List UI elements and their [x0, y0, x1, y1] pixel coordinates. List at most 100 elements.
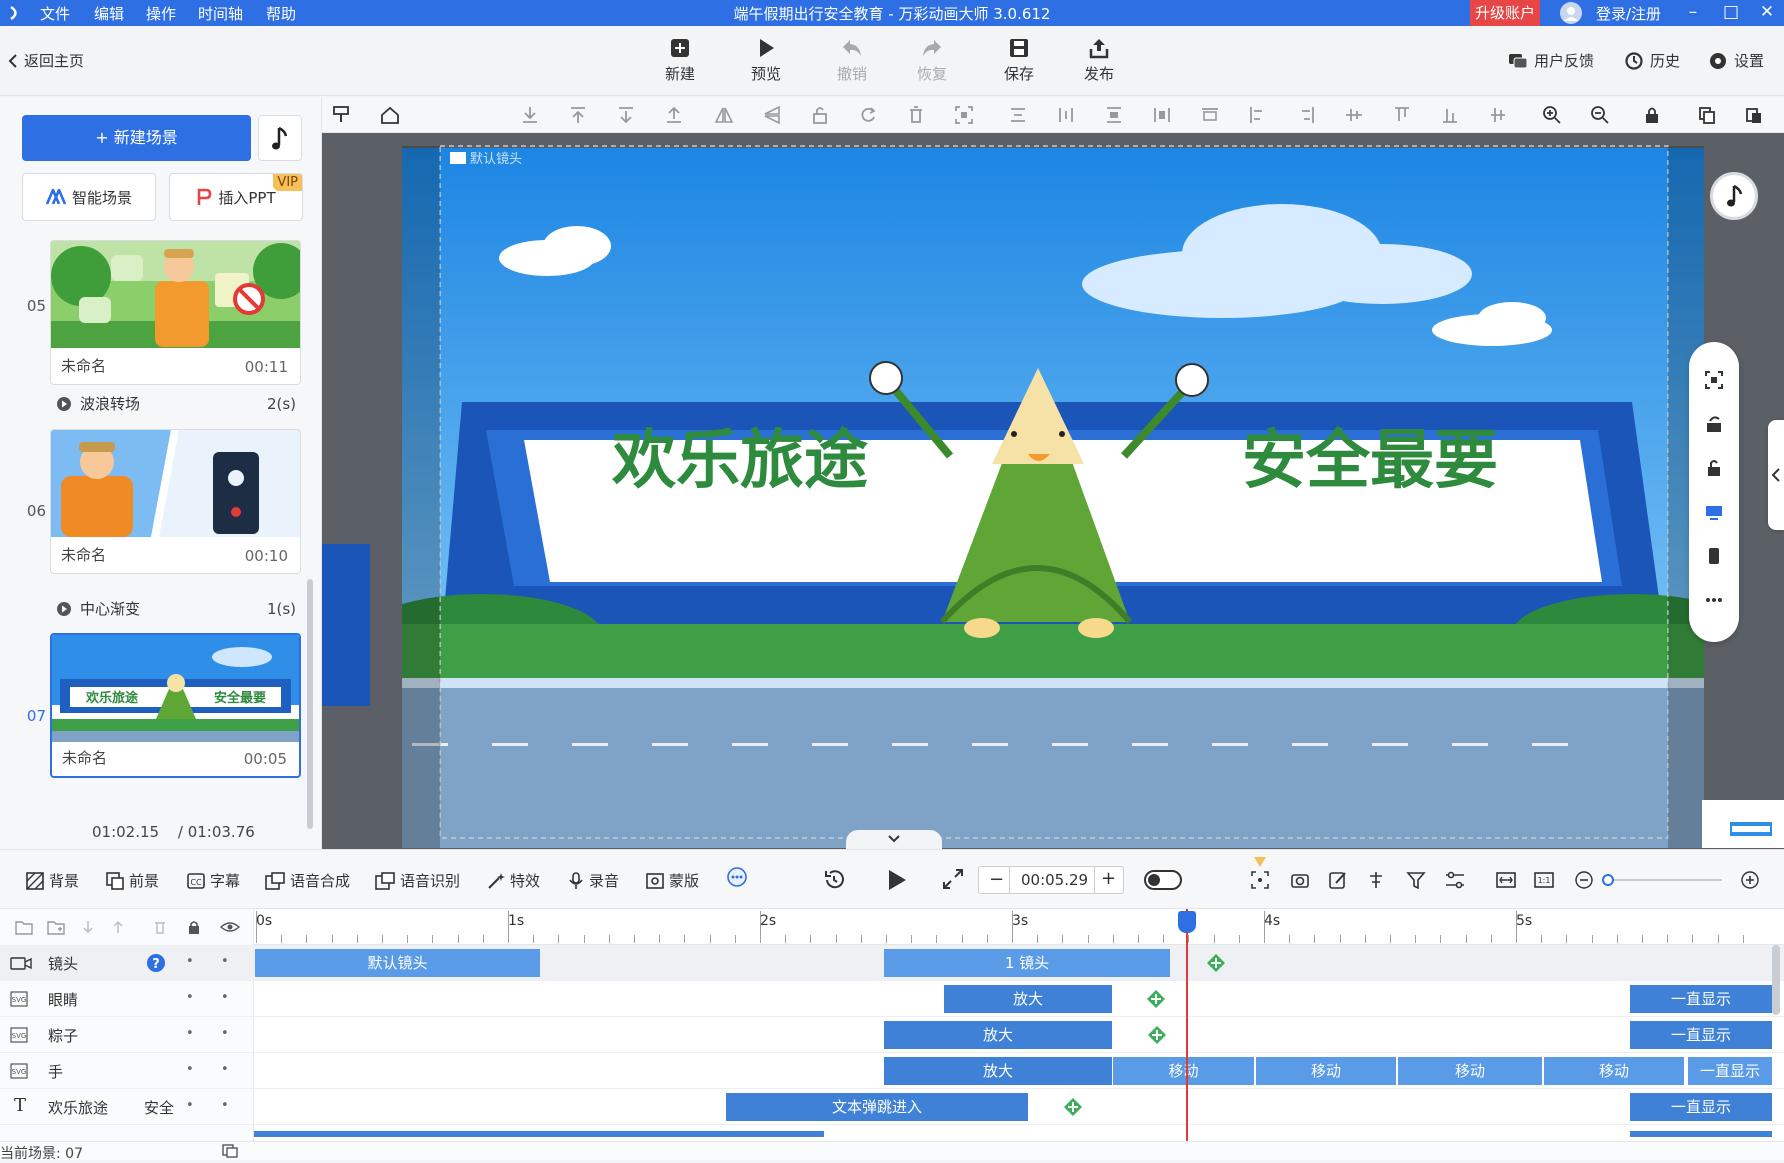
move-layer-up-icon[interactable] [110, 919, 126, 935]
copy-scene-icon[interactable] [222, 1144, 238, 1158]
edit-icon[interactable] [1328, 870, 1348, 890]
clip[interactable]: 文本弹跳进入 [726, 1093, 1028, 1121]
flip-vertical-icon[interactable] [762, 105, 782, 125]
camera-icon[interactable] [1290, 870, 1310, 890]
visibility-dot[interactable]: • [221, 1098, 229, 1113]
clip[interactable]: 放大 [884, 1021, 1112, 1049]
rotate-canvas-icon[interactable] [1704, 414, 1724, 434]
clip[interactable]: 移动 [1256, 1057, 1396, 1085]
transition-item[interactable]: 中心渐变 1(s) [56, 598, 296, 619]
distribute-h-icon[interactable] [1152, 105, 1172, 125]
effects-button[interactable]: 特效 [487, 870, 540, 891]
clip[interactable]: 默认镜头 [255, 949, 540, 977]
undo-button[interactable]: 撤销 [827, 37, 877, 84]
record-button[interactable]: 录音 [568, 870, 619, 891]
user-avatar-icon[interactable] [1560, 2, 1582, 24]
smart-scene-button[interactable]: 智能场景 [22, 173, 156, 221]
scene-list-scrollbar[interactable] [307, 579, 313, 829]
scene-card-05[interactable]: 未命名 00:11 [50, 240, 301, 385]
lock-dot[interactable]: • [186, 954, 194, 969]
fit-timeline-icon[interactable] [1496, 870, 1516, 890]
clip[interactable]: 放大 [944, 985, 1112, 1013]
clip[interactable]: 移动 [1113, 1057, 1254, 1085]
help-icon[interactable]: ? [146, 953, 166, 973]
clip[interactable]: 一直显示 [1688, 1057, 1772, 1085]
home-icon[interactable] [380, 105, 400, 125]
subtitle-button[interactable]: CC 字幕 [187, 870, 240, 891]
transition-item[interactable]: 波浪转场 2(s) [56, 393, 296, 414]
format-painter-icon[interactable] [332, 105, 352, 125]
preview-button[interactable]: 预览 [741, 37, 791, 84]
new-folder-icon[interactable] [46, 919, 66, 935]
distribute-v-icon[interactable] [1104, 105, 1124, 125]
align-middle-icon[interactable] [1344, 105, 1364, 125]
visibility-dot[interactable]: • [221, 990, 229, 1005]
canvas-collapse-tab[interactable] [846, 830, 942, 850]
add-keyframe-icon[interactable] [1146, 989, 1166, 1009]
maximize-button[interactable]: □ [1714, 0, 1748, 26]
history-button[interactable]: 历史 [1624, 50, 1680, 71]
move-up-icon[interactable] [664, 105, 684, 125]
align-top-edge-icon[interactable] [1392, 105, 1412, 125]
clip[interactable]: 1 镜头 [884, 949, 1170, 977]
time-ruler[interactable]: 0s 1s 2s 3s 4s 5s [254, 909, 1784, 945]
more-tools-icon[interactable] [726, 866, 748, 888]
align-right-icon[interactable] [1296, 105, 1316, 125]
add-folder-icon[interactable] [14, 919, 34, 935]
track-zongzi[interactable]: SVG 粽子 • • 放大 一直显示 [0, 1017, 1784, 1053]
align-top-icon[interactable] [1200, 105, 1220, 125]
align-center-h-icon[interactable] [1008, 105, 1028, 125]
insert-ppt-button[interactable]: 插入PPT VIP [169, 173, 303, 221]
one-to-one-icon[interactable]: 1:1 [1534, 870, 1554, 890]
minimap[interactable] [1702, 800, 1784, 848]
replay-icon[interactable] [822, 868, 846, 892]
loop-toggle[interactable] [1144, 870, 1182, 890]
menu-help[interactable]: 帮助 [266, 3, 296, 24]
lock-dot[interactable]: • [186, 1062, 194, 1077]
align-bottom-edge-icon[interactable] [1440, 105, 1460, 125]
zoom-in-icon[interactable] [1542, 105, 1562, 125]
screen-ratio-icon[interactable] [1704, 502, 1724, 522]
background-music-button[interactable] [1710, 172, 1758, 220]
track-eyes[interactable]: SVG 眼睛 • • 放大 一直显示 [0, 981, 1784, 1017]
move-top-icon[interactable] [568, 105, 588, 125]
clip[interactable]: 一直显示 [1630, 985, 1772, 1013]
add-keyframe-icon[interactable] [1206, 953, 1226, 973]
visibility-dot[interactable]: • [221, 1062, 229, 1077]
track-hand[interactable]: SVG 手 • • 放大 移动 移动 移动 移动 一直显示 [0, 1053, 1784, 1089]
group-icon[interactable] [1250, 870, 1270, 890]
scene-music-button[interactable] [258, 115, 302, 161]
align-center-v-icon[interactable] [1056, 105, 1076, 125]
timeline-zoom-slider[interactable] [1606, 879, 1722, 881]
new-button[interactable]: 新建 [655, 37, 705, 84]
align-left-icon[interactable] [1248, 105, 1268, 125]
clip[interactable]: 一直显示 [1630, 1093, 1772, 1121]
fullscreen-icon[interactable] [942, 868, 964, 890]
tts-button[interactable]: 语音合成 [265, 870, 350, 891]
lock-icon[interactable] [1642, 105, 1662, 125]
copy-icon[interactable] [1697, 105, 1717, 125]
add-keyframe-icon[interactable] [1147, 1025, 1167, 1045]
fit-screen-icon[interactable] [1704, 370, 1724, 390]
time-value[interactable]: 00:05.29 [1021, 871, 1088, 889]
partial-clip[interactable] [254, 1131, 824, 1137]
clip[interactable]: 放大 [884, 1057, 1112, 1085]
unlock-icon[interactable] [1704, 458, 1724, 478]
clip[interactable]: 移动 [1398, 1057, 1542, 1085]
playhead-handle[interactable] [1177, 911, 1196, 933]
offcanvas-object[interactable] [322, 544, 370, 706]
menu-file[interactable]: 文件 [40, 3, 70, 24]
new-scene-button[interactable]: + 新建场景 [22, 115, 251, 161]
speech-recognition-button[interactable]: 语音识别 [375, 870, 460, 891]
scene-card-06[interactable]: 未命名 00:10 [50, 429, 301, 574]
track-text[interactable]: T 欢乐旅途 安全 • • 文本弹跳进入 一直显示 [0, 1089, 1784, 1125]
menu-timeline[interactable]: 时间轴 [198, 3, 243, 24]
save-button[interactable]: 保存 [994, 37, 1044, 84]
visibility-dot[interactable]: • [221, 1026, 229, 1041]
split-icon[interactable] [1366, 870, 1386, 890]
move-bottom-icon[interactable] [520, 105, 540, 125]
redo-button[interactable]: 恢复 [907, 37, 957, 84]
trash-icon[interactable] [906, 105, 926, 125]
delete-layer-icon[interactable] [152, 919, 168, 935]
background-button[interactable]: 背景 [26, 870, 79, 891]
